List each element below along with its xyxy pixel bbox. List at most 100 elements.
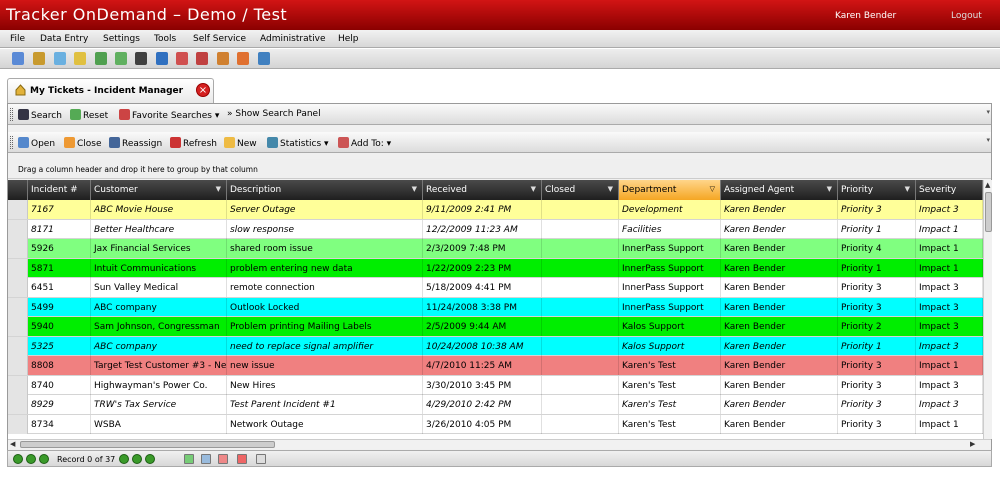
- search-button[interactable]: Search: [18, 109, 62, 121]
- col-closed-header[interactable]: Closed ▼: [542, 180, 619, 200]
- table-row[interactable]: 5940 Sam Johnson, Congressman Problem prin…: [8, 317, 983, 337]
- table-row[interactable]: 5499 ABC company Outlook Locked 11/24/2008 …: [8, 297, 983, 317]
- row-selector[interactable]: [8, 239, 28, 258]
- show-search-panel-button[interactable]: » Show Search Panel: [227, 109, 321, 119]
- user-admin-icon[interactable]: [176, 52, 188, 65]
- col-description-header[interactable]: Description ▼: [227, 180, 423, 200]
- menu-help[interactable]: Help: [338, 34, 359, 44]
- next-page-icon[interactable]: [132, 454, 142, 464]
- export-icon[interactable]: [237, 454, 247, 464]
- table-row[interactable]: 5926 Jax Financial Services shared room is…: [8, 239, 983, 259]
- print-icon[interactable]: [256, 454, 266, 464]
- row-selector[interactable]: [8, 336, 28, 356]
- filter-icon[interactable]: ▼: [608, 185, 613, 193]
- table-row[interactable]: 8734 WSBA Network Outage 3/26/2010 4:05 PM K…: [8, 414, 983, 434]
- row-selector[interactable]: [8, 414, 28, 434]
- gauge-icon[interactable]: [196, 52, 208, 65]
- menu-self-service[interactable]: Self Service: [193, 34, 246, 44]
- statistics-button[interactable]: Statistics ▾: [267, 137, 329, 149]
- horizontal-scroll-thumb[interactable]: [20, 441, 275, 448]
- open-icon: [18, 137, 29, 148]
- row-selector[interactable]: [8, 375, 28, 395]
- toolbar-overflow-icon[interactable]: ▾: [986, 136, 990, 144]
- row-selector[interactable]: [8, 219, 28, 239]
- prev-page-icon[interactable]: [26, 454, 36, 464]
- col-priority-header[interactable]: Priority ▼: [838, 180, 916, 200]
- vertical-scrollbar[interactable]: ▲: [983, 180, 992, 439]
- filter-active-icon[interactable]: ▽: [710, 185, 715, 193]
- col-incident-header[interactable]: Incident #: [28, 180, 91, 200]
- menu-settings[interactable]: Settings: [103, 34, 140, 44]
- horizontal-scrollbar[interactable]: ◀ ▶: [8, 439, 991, 449]
- col-severity-header[interactable]: Severity: [916, 180, 983, 200]
- row-selector[interactable]: [8, 297, 28, 317]
- col-customer-header[interactable]: Customer ▼: [91, 180, 227, 200]
- tab-close-icon[interactable]: ×: [196, 83, 210, 97]
- col-assigned-agent-header[interactable]: Assigned Agent ▼: [721, 180, 838, 200]
- reset-button[interactable]: Reset: [70, 109, 108, 121]
- prev-record-icon[interactable]: [39, 454, 49, 464]
- row-selector[interactable]: [8, 278, 28, 297]
- wizard-icon[interactable]: [74, 52, 86, 65]
- close-button[interactable]: Close: [64, 137, 102, 149]
- group-by-area[interactable]: Drag a column header and drop it here to…: [8, 159, 991, 179]
- table-row[interactable]: 7167 ABC Movie House Server Outage 9/11/200…: [8, 200, 983, 220]
- next-record-icon[interactable]: [119, 454, 129, 464]
- people-icon[interactable]: [33, 52, 45, 65]
- add-to-button[interactable]: Add To: ▾: [338, 137, 391, 149]
- table-row[interactable]: 8929 TRW's Tax Service Test Parent Inciden…: [8, 395, 983, 415]
- chart-icon[interactable]: [115, 52, 127, 65]
- table-row[interactable]: 8808 Target Test Customer #3 - New new iss…: [8, 356, 983, 376]
- row-selector[interactable]: [8, 317, 28, 336]
- refresh-button[interactable]: Refresh: [170, 137, 217, 149]
- vertical-scroll-thumb[interactable]: [985, 192, 992, 232]
- filter-icon[interactable]: ▼: [827, 185, 832, 193]
- first-page-icon[interactable]: [13, 454, 23, 464]
- scroll-up-icon[interactable]: ▲: [985, 181, 990, 189]
- table-row[interactable]: 8740 Highwayman's Power Co. New Hires 3/30/…: [8, 375, 983, 395]
- menu-administrative[interactable]: Administrative: [260, 34, 326, 44]
- report-icon[interactable]: [217, 52, 229, 65]
- row-selector[interactable]: [8, 200, 28, 219]
- table-row[interactable]: 8171 Better Healthcare slow response 12/2/2…: [8, 219, 983, 239]
- scroll-right-icon[interactable]: ▶: [970, 440, 975, 448]
- last-page-icon[interactable]: [145, 454, 155, 464]
- logout-link[interactable]: Logout: [951, 11, 982, 21]
- filter-icon[interactable]: ▼: [531, 185, 536, 193]
- sitemap-icon[interactable]: [156, 52, 168, 65]
- favorite-searches-button[interactable]: Favorite Searches ▾: [119, 109, 219, 121]
- filter-icon[interactable]: ▼: [412, 185, 417, 193]
- open-button[interactable]: Open: [18, 137, 55, 149]
- window-icon[interactable]: [258, 52, 270, 65]
- col-received-header[interactable]: Received ▼: [423, 180, 542, 200]
- phone-icon[interactable]: [54, 52, 66, 65]
- binoculars-icon[interactable]: [12, 52, 24, 65]
- menu-file[interactable]: File: [10, 34, 25, 44]
- toolbar-overflow-icon[interactable]: ▾: [986, 108, 990, 116]
- menu-tools[interactable]: Tools: [154, 34, 176, 44]
- filter-icon[interactable]: ▼: [905, 185, 910, 193]
- table-row[interactable]: 6451 Sun Valley Medical remote connection 5…: [8, 278, 983, 298]
- delete-record-icon[interactable]: [218, 454, 228, 464]
- refresh-button-label: Refresh: [183, 139, 217, 149]
- save-record-icon[interactable]: [201, 454, 211, 464]
- row-selector[interactable]: [8, 258, 28, 278]
- row-selector[interactable]: [8, 356, 28, 375]
- table-row[interactable]: 5325 ABC company need to replace signal am…: [8, 336, 983, 356]
- tab-my-tickets[interactable]: My Tickets - Incident Manager ×: [7, 78, 214, 103]
- home-icon[interactable]: [237, 52, 249, 65]
- scroll-left-icon[interactable]: ◀: [10, 440, 15, 448]
- row-selector[interactable]: [8, 395, 28, 414]
- col-closed-label: Closed: [545, 185, 576, 195]
- new-button[interactable]: New: [224, 137, 257, 149]
- calculator-icon[interactable]: [135, 52, 147, 65]
- menu-data-entry[interactable]: Data Entry: [40, 34, 88, 44]
- reassign-button[interactable]: Reassign: [109, 137, 162, 149]
- col-department-header[interactable]: Department ▽: [619, 180, 721, 200]
- filter-icon[interactable]: ▼: [216, 185, 221, 193]
- assigned-agent-cell: Karen Bender: [721, 258, 838, 278]
- table-row[interactable]: 5871 Intuit Communications problem enterin…: [8, 258, 983, 278]
- priority-cell: Priority 1: [838, 336, 916, 356]
- add-record-icon[interactable]: [184, 454, 194, 464]
- transfer-icon[interactable]: [95, 52, 107, 65]
